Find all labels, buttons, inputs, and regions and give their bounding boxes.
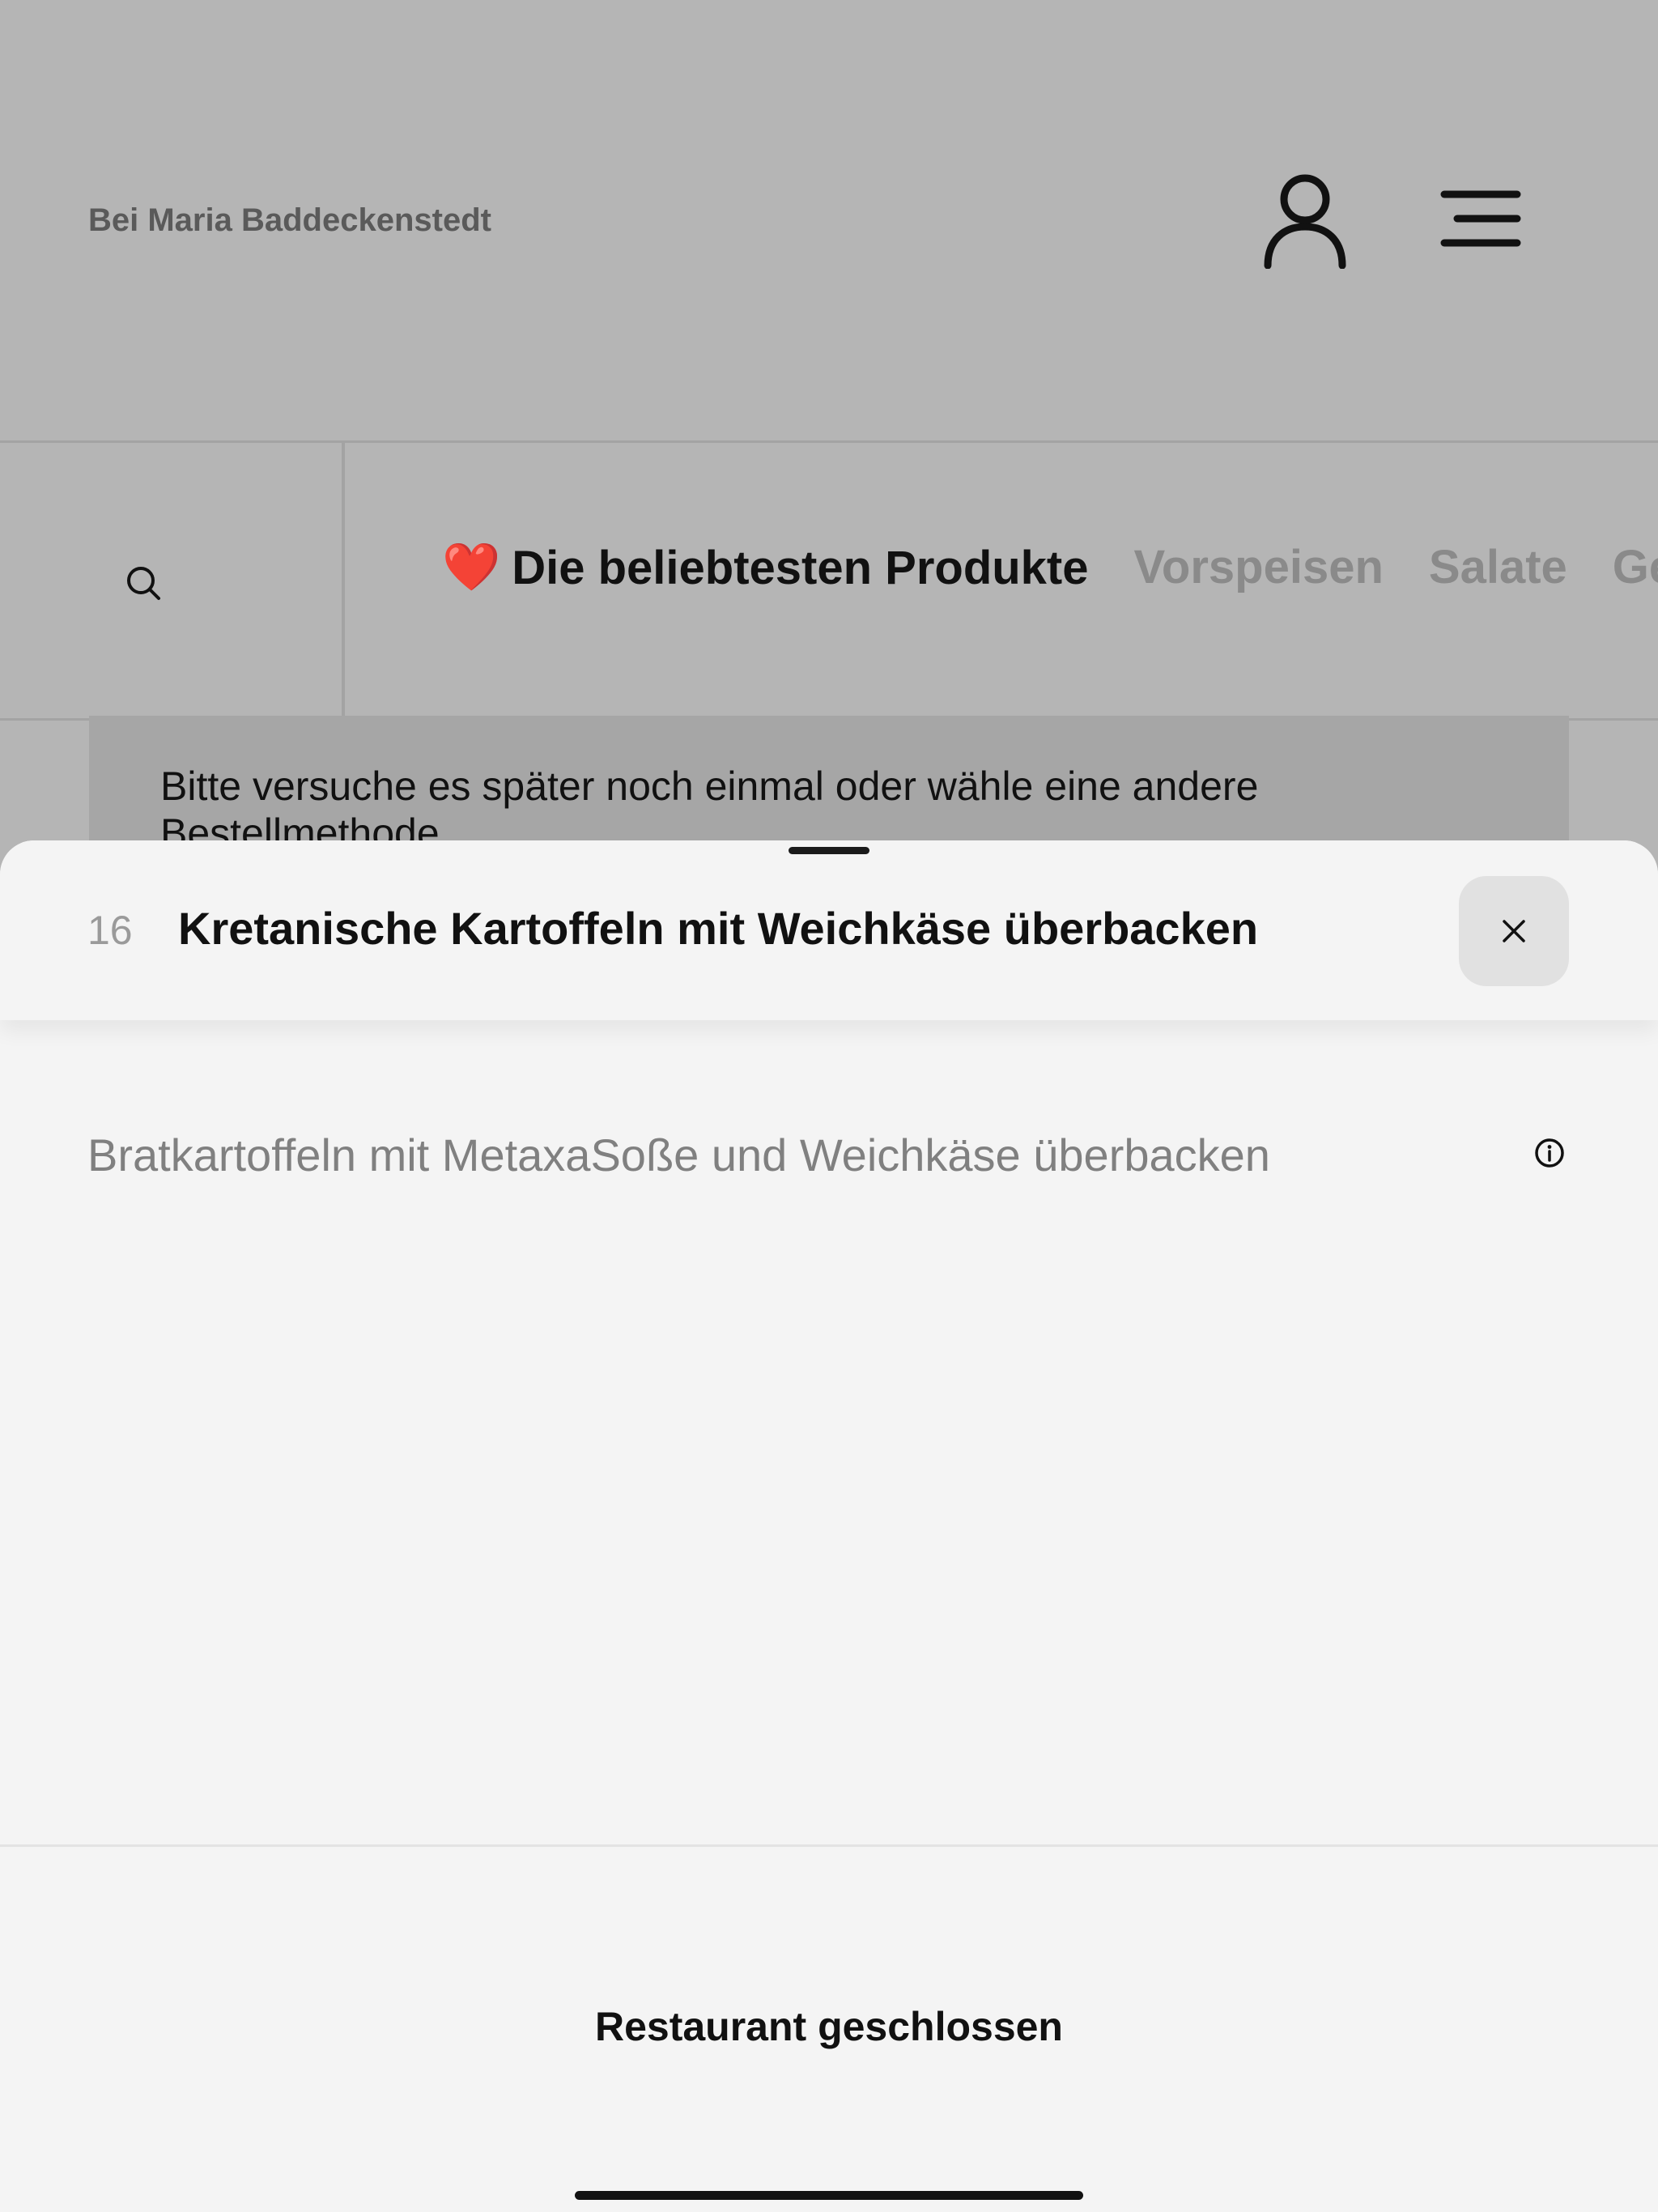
category-tab-bar: ❤️ Die beliebtesten Produkte Vorspeisen … [0,440,1658,721]
info-icon[interactable] [1533,1137,1566,1169]
close-icon [1503,920,1525,942]
product-number: 16 [87,908,133,953]
footer-divider [0,1844,1658,1847]
user-icon[interactable] [1263,172,1347,270]
category-tabs: ❤️ Die beliebtesten Produkte Vorspeisen … [442,540,1658,595]
heart-icon: ❤️ [442,541,501,593]
home-indicator[interactable] [575,2191,1083,2200]
tab-label: Die beliebtesten Produkte [512,541,1089,594]
search-button[interactable] [0,443,345,718]
sheet-header: 16 Kretanische Kartoffeln mit Weichkäse … [0,840,1658,1020]
tab-popular-products[interactable]: ❤️ Die beliebtesten Produkte [442,540,1089,595]
notice-text: Bitte versuche es später noch einmal ode… [160,764,1259,845]
product-description: Bratkartoffeln mit MetaxaSoße und Weichk… [87,1129,1270,1180]
page-header: Bei Maria Baddeckenstedt [0,0,1658,440]
tab-salate[interactable]: Salate [1429,540,1567,595]
menu-icon[interactable] [1439,188,1522,249]
tab-vorspeisen[interactable]: Vorspeisen [1134,540,1384,595]
tab-next-category[interactable]: Ge [1613,540,1658,595]
restaurant-name[interactable]: Bei Maria Baddeckenstedt [88,202,491,239]
product-title: Kretanische Kartoffeln mit Weichkäse übe… [178,903,1259,954]
product-bottom-sheet: 16 Kretanische Kartoffeln mit Weichkäse … [0,840,1658,2212]
restaurant-status: Restaurant geschlossen [595,2004,1063,2049]
close-button[interactable] [1459,876,1569,986]
search-icon [125,564,162,602]
ordering-unavailable-notice: Bitte versuche es später noch einmal ode… [89,716,1569,845]
sheet-grabber[interactable] [789,847,869,854]
